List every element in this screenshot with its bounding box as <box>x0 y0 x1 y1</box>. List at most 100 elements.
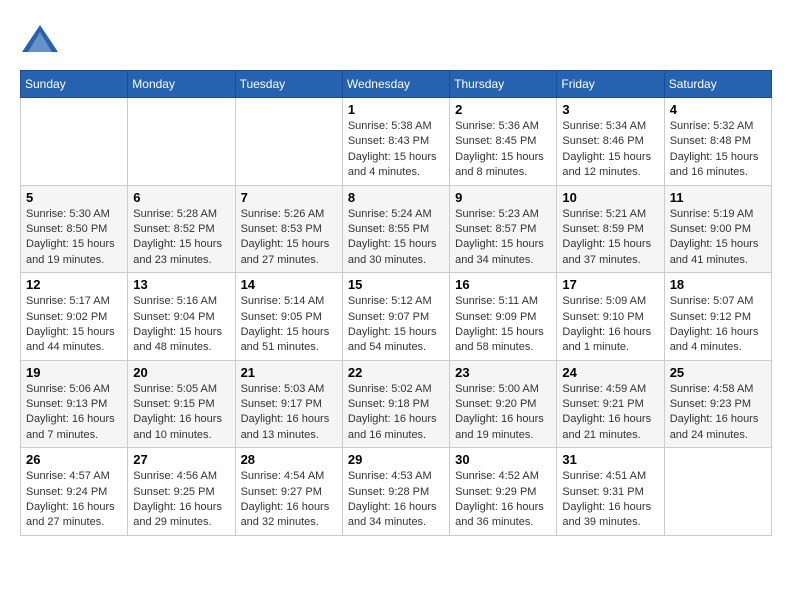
day-cell: 24 Sunrise: 4:59 AM Sunset: 9:21 PM Dayli… <box>557 360 664 448</box>
week-row-2: 12Sunrise: 5:17 AM Sunset: 9:02 PM Dayli… <box>21 273 772 361</box>
day-cell: 12Sunrise: 5:17 AM Sunset: 9:02 PM Dayli… <box>21 273 128 361</box>
day-cell: 2 Sunrise: 5:36 AM Sunset: 8:45 PM Daylig… <box>450 98 557 186</box>
day-cell: 9 Sunrise: 5:23 AM Sunset: 8:57 PM Daylig… <box>450 185 557 273</box>
day-cell: 4 Sunrise: 5:32 AM Sunset: 8:48 PM Daylig… <box>664 98 771 186</box>
day-info: Sunrise: 5:12 AM Sunset: 9:07 PM Dayligh… <box>348 294 444 356</box>
day-info: Sunrise: 5:38 AM Sunset: 8:43 PM Dayligh… <box>348 119 444 181</box>
day-number: 5 <box>26 190 122 205</box>
day-number: 28 <box>241 452 337 467</box>
day-cell: 3 Sunrise: 5:34 AM Sunset: 8:46 PM Daylig… <box>557 98 664 186</box>
day-number: 10 <box>562 190 658 205</box>
day-cell: 11 Sunrise: 5:19 AM Sunset: 9:00 PM Dayli… <box>664 185 771 273</box>
day-number: 8 <box>348 190 444 205</box>
day-info: Sunrise: 5:26 AM Sunset: 8:53 PM Dayligh… <box>241 207 337 269</box>
day-info: Sunrise: 4:59 AM Sunset: 9:21 PM Dayligh… <box>562 382 658 444</box>
day-cell: 19Sunrise: 5:06 AM Sunset: 9:13 PM Dayli… <box>21 360 128 448</box>
day-number: 12 <box>26 277 122 292</box>
weekday-header-monday: Monday <box>128 71 235 98</box>
day-cell: 15 Sunrise: 5:12 AM Sunset: 9:07 PM Dayli… <box>342 273 449 361</box>
day-number: 9 <box>455 190 551 205</box>
day-cell: 7 Sunrise: 5:26 AM Sunset: 8:53 PM Daylig… <box>235 185 342 273</box>
calendar-table: SundayMondayTuesdayWednesdayThursdayFrid… <box>20 70 772 536</box>
day-cell: 8 Sunrise: 5:24 AM Sunset: 8:55 PM Daylig… <box>342 185 449 273</box>
weekday-header-row: SundayMondayTuesdayWednesdayThursdayFrid… <box>21 71 772 98</box>
day-cell <box>128 98 235 186</box>
day-number: 4 <box>670 102 766 117</box>
day-cell: 14 Sunrise: 5:14 AM Sunset: 9:05 PM Dayli… <box>235 273 342 361</box>
day-cell: 16 Sunrise: 5:11 AM Sunset: 9:09 PM Dayli… <box>450 273 557 361</box>
day-number: 22 <box>348 365 444 380</box>
day-number: 25 <box>670 365 766 380</box>
logo <box>20 20 64 60</box>
day-cell: 17Sunrise: 5:09 AM Sunset: 9:10 PM Dayli… <box>557 273 664 361</box>
day-cell: 10 Sunrise: 5:21 AM Sunset: 8:59 PM Dayli… <box>557 185 664 273</box>
day-number: 30 <box>455 452 551 467</box>
day-info: Sunrise: 4:52 AM Sunset: 9:29 PM Dayligh… <box>455 469 551 531</box>
day-number: 18 <box>670 277 766 292</box>
week-row-0: 1 Sunrise: 5:38 AM Sunset: 8:43 PM Daylig… <box>21 98 772 186</box>
weekday-header-saturday: Saturday <box>664 71 771 98</box>
day-number: 24 <box>562 365 658 380</box>
weekday-header-wednesday: Wednesday <box>342 71 449 98</box>
day-info: Sunrise: 5:34 AM Sunset: 8:46 PM Dayligh… <box>562 119 658 181</box>
day-info: Sunrise: 5:36 AM Sunset: 8:45 PM Dayligh… <box>455 119 551 181</box>
day-cell <box>21 98 128 186</box>
day-number: 2 <box>455 102 551 117</box>
day-number: 23 <box>455 365 551 380</box>
day-info: Sunrise: 4:56 AM Sunset: 9:25 PM Dayligh… <box>133 469 229 531</box>
day-info: Sunrise: 5:11 AM Sunset: 9:09 PM Dayligh… <box>455 294 551 356</box>
day-number: 27 <box>133 452 229 467</box>
day-info: Sunrise: 5:00 AM Sunset: 9:20 PM Dayligh… <box>455 382 551 444</box>
day-info: Sunrise: 5:23 AM Sunset: 8:57 PM Dayligh… <box>455 207 551 269</box>
day-info: Sunrise: 5:19 AM Sunset: 9:00 PM Dayligh… <box>670 207 766 269</box>
weekday-header-thursday: Thursday <box>450 71 557 98</box>
logo-icon <box>20 20 60 60</box>
day-info: Sunrise: 5:16 AM Sunset: 9:04 PM Dayligh… <box>133 294 229 356</box>
day-number: 17 <box>562 277 658 292</box>
day-number: 3 <box>562 102 658 117</box>
weekday-header-sunday: Sunday <box>21 71 128 98</box>
day-cell: 26 Sunrise: 4:57 AM Sunset: 9:24 PM Dayli… <box>21 448 128 536</box>
day-cell: 20 Sunrise: 5:05 AM Sunset: 9:15 PM Dayli… <box>128 360 235 448</box>
day-info: Sunrise: 5:14 AM Sunset: 9:05 PM Dayligh… <box>241 294 337 356</box>
weekday-header-friday: Friday <box>557 71 664 98</box>
week-row-1: 5 Sunrise: 5:30 AM Sunset: 8:50 PM Daylig… <box>21 185 772 273</box>
day-info: Sunrise: 4:54 AM Sunset: 9:27 PM Dayligh… <box>241 469 337 531</box>
day-number: 15 <box>348 277 444 292</box>
day-number: 20 <box>133 365 229 380</box>
day-number: 31 <box>562 452 658 467</box>
day-info: Sunrise: 5:21 AM Sunset: 8:59 PM Dayligh… <box>562 207 658 269</box>
day-number: 11 <box>670 190 766 205</box>
day-info: Sunrise: 5:03 AM Sunset: 9:17 PM Dayligh… <box>241 382 337 444</box>
day-number: 26 <box>26 452 122 467</box>
day-number: 16 <box>455 277 551 292</box>
day-number: 13 <box>133 277 229 292</box>
day-info: Sunrise: 5:05 AM Sunset: 9:15 PM Dayligh… <box>133 382 229 444</box>
day-number: 7 <box>241 190 337 205</box>
day-info: Sunrise: 4:53 AM Sunset: 9:28 PM Dayligh… <box>348 469 444 531</box>
week-row-3: 19Sunrise: 5:06 AM Sunset: 9:13 PM Dayli… <box>21 360 772 448</box>
day-cell: 30 Sunrise: 4:52 AM Sunset: 9:29 PM Dayli… <box>450 448 557 536</box>
day-cell: 31Sunrise: 4:51 AM Sunset: 9:31 PM Dayli… <box>557 448 664 536</box>
day-cell: 1 Sunrise: 5:38 AM Sunset: 8:43 PM Daylig… <box>342 98 449 186</box>
day-info: Sunrise: 5:07 AM Sunset: 9:12 PM Dayligh… <box>670 294 766 356</box>
day-number: 1 <box>348 102 444 117</box>
day-cell: 6Sunrise: 5:28 AM Sunset: 8:52 PM Daylig… <box>128 185 235 273</box>
day-info: Sunrise: 4:57 AM Sunset: 9:24 PM Dayligh… <box>26 469 122 531</box>
day-info: Sunrise: 5:32 AM Sunset: 8:48 PM Dayligh… <box>670 119 766 181</box>
day-number: 6 <box>133 190 229 205</box>
day-cell: 21Sunrise: 5:03 AM Sunset: 9:17 PM Dayli… <box>235 360 342 448</box>
day-info: Sunrise: 5:24 AM Sunset: 8:55 PM Dayligh… <box>348 207 444 269</box>
day-cell: 23 Sunrise: 5:00 AM Sunset: 9:20 PM Dayli… <box>450 360 557 448</box>
day-cell <box>664 448 771 536</box>
day-info: Sunrise: 4:58 AM Sunset: 9:23 PM Dayligh… <box>670 382 766 444</box>
page-header <box>20 20 772 60</box>
day-cell: 18 Sunrise: 5:07 AM Sunset: 9:12 PM Dayli… <box>664 273 771 361</box>
day-info: Sunrise: 5:30 AM Sunset: 8:50 PM Dayligh… <box>26 207 122 269</box>
day-cell: 28 Sunrise: 4:54 AM Sunset: 9:27 PM Dayli… <box>235 448 342 536</box>
day-info: Sunrise: 5:06 AM Sunset: 9:13 PM Dayligh… <box>26 382 122 444</box>
day-cell: 29Sunrise: 4:53 AM Sunset: 9:28 PM Dayli… <box>342 448 449 536</box>
day-number: 14 <box>241 277 337 292</box>
day-info: Sunrise: 5:02 AM Sunset: 9:18 PM Dayligh… <box>348 382 444 444</box>
day-cell: 25 Sunrise: 4:58 AM Sunset: 9:23 PM Dayli… <box>664 360 771 448</box>
